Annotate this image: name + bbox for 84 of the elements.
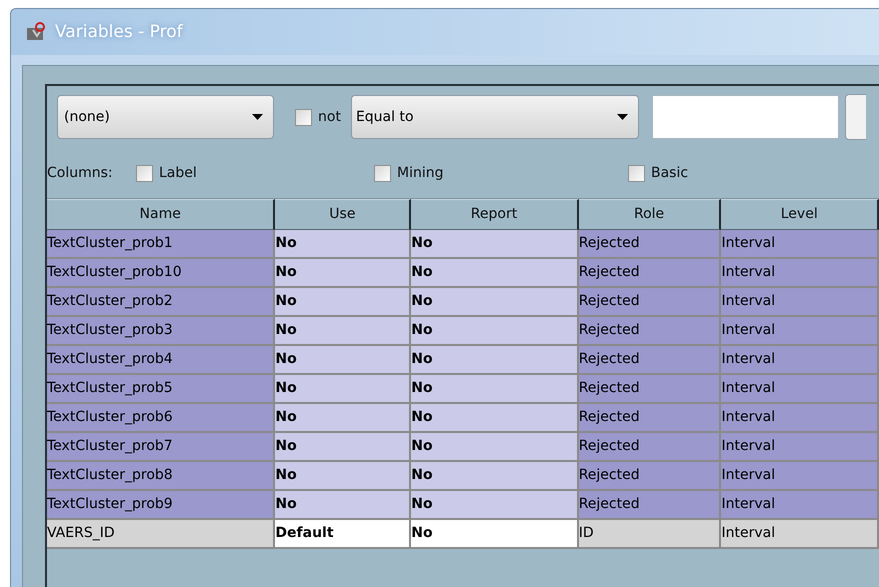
table-cell: No [411,433,579,462]
table-row[interactable]: TextCluster_prob3 No No Rejected Interval [47,317,879,346]
table-cell: Rejected [578,462,722,491]
table-row[interactable]: TextCluster_prob2 No No Rejected Interval [47,288,879,317]
table-cell: TextCluster_prob1 [47,230,276,259]
table-cell: Rejected [578,491,722,520]
table-cell: No [411,491,579,520]
table-cell: Rejected [578,230,722,259]
value-field[interactable] [652,95,839,139]
table-cell: TextCluster_prob5 [47,375,276,404]
table-cell: Rejected [578,433,722,462]
table-row[interactable]: TextCluster_prob6 No No Rejected Interval [47,404,879,433]
table-cell: No [411,259,579,288]
table-row[interactable]: TextCluster_prob7 No No Rejected Interval [47,433,879,462]
column-checkbox[interactable]: Basic [628,164,688,182]
table-cell: Interval [721,288,879,317]
table-cell: Interval [721,462,879,491]
column-checkbox[interactable]: Label [136,164,374,182]
table-row[interactable]: TextCluster_prob9 No No Rejected Interval [47,491,879,520]
table-row[interactable]: TextCluster_prob8 No No Rejected Interval [47,462,879,491]
table-cell: Rejected [578,375,722,404]
table-cell: VAERS_ID [47,520,276,549]
table-row[interactable]: TextCluster_prob5 No No Rejected Interval [47,375,879,404]
columns-label: Columns: [47,165,114,181]
table-cell: TextCluster_prob3 [47,317,276,346]
table-cell: Interval [721,259,879,288]
table-cell: No [275,491,412,520]
table-cell: No [275,404,412,433]
caret-icon [616,114,628,120]
table-cell: TextCluster_prob10 [47,259,276,288]
table-cell: Default [275,520,412,549]
table-cell: No [411,317,579,346]
table-cell: No [411,375,579,404]
table-row[interactable]: TextCluster_prob10 No No Rejected Interval [47,259,879,288]
column-dropdown[interactable]: (none) [57,95,274,139]
table-row[interactable]: VAERS_ID Default No ID Interval [47,520,879,549]
table-cell: No [411,404,579,433]
table-cell: Interval [721,433,879,462]
table-cell: TextCluster_prob6 [47,404,276,433]
table-cell: Interval [721,230,879,259]
table-cell: No [275,288,412,317]
table-row[interactable]: TextCluster_prob4 No No Rejected Interval [47,346,879,375]
column-header[interactable]: Role [578,199,722,230]
window-title: Variables - Prof [55,22,183,42]
column-checkbox[interactable]: Mining [374,164,628,182]
table-cell: No [275,259,412,288]
operator-dropdown[interactable]: Equal to [350,95,639,139]
table-cell: Interval [721,317,879,346]
table-cell: No [275,375,412,404]
table-cell: No [411,520,579,549]
table-cell: Rejected [578,404,722,433]
column-header[interactable]: Use [275,199,412,230]
table-cell: Interval [721,404,879,433]
app-icon [25,22,47,42]
table-cell: TextCluster_prob9 [47,491,276,520]
table-cell: Rejected [578,259,722,288]
not-checkbox[interactable]: not [295,108,341,126]
table-cell: No [275,433,412,462]
table-cell: Interval [721,375,879,404]
table-cell: Interval [721,491,879,520]
table-cell: TextCluster_prob8 [47,462,276,491]
table-cell: No [275,230,412,259]
caret-icon [252,114,263,120]
table-cell: TextCluster_prob2 [47,288,276,317]
column-header[interactable]: Level [721,199,879,230]
table-cell: Rejected [578,346,722,375]
button-edge[interactable] [844,94,866,140]
column-header[interactable]: Report [411,199,579,230]
column-header[interactable]: Name [47,199,276,230]
table-cell: No [275,317,412,346]
table-cell: No [275,462,412,491]
table-cell: No [411,346,579,375]
table-row[interactable]: TextCluster_prob1 No No Rejected Interval [47,230,879,259]
table-cell: Rejected [578,288,722,317]
table-cell: No [411,462,579,491]
table-cell: No [411,230,579,259]
table-cell: No [275,346,412,375]
table-cell: ID [578,520,722,549]
table-cell: No [411,288,579,317]
table-cell: TextCluster_prob4 [47,346,276,375]
table-cell: Rejected [578,317,722,346]
table-cell: TextCluster_prob7 [47,433,276,462]
table-cell: Interval [721,346,879,375]
table-cell: Interval [721,520,879,549]
